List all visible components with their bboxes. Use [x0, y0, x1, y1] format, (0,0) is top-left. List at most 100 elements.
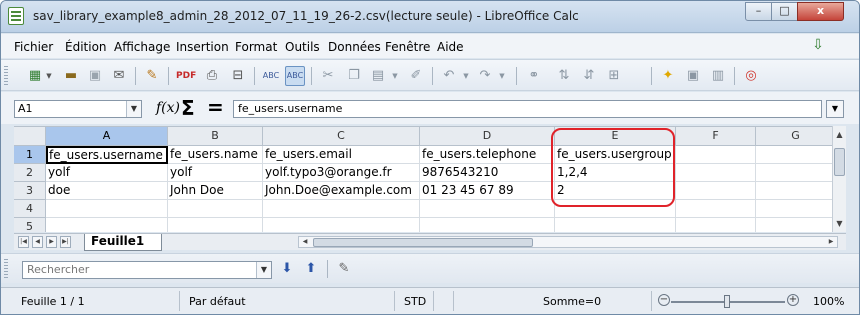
sort-descending-icon[interactable]: ⇵ [579, 66, 599, 86]
print-preview-icon[interactable]: ⊟ [228, 66, 248, 86]
last-sheet-icon[interactable]: ▶| [60, 236, 71, 248]
hyperlink-icon[interactable]: ⚭ [524, 66, 544, 86]
autospellcheck-icon[interactable]: ABC [285, 66, 305, 86]
cell-e5[interactable] [555, 218, 676, 232]
cell-g2[interactable] [756, 164, 832, 182]
row-header-3[interactable]: 3 [14, 182, 46, 200]
column-header-a[interactable]: A [46, 127, 168, 146]
horizontal-scroll-thumb[interactable] [313, 238, 533, 247]
cell-e4[interactable] [555, 200, 676, 218]
cell-b2[interactable]: yolf [168, 164, 263, 182]
menu-affichage[interactable]: Affichage [114, 40, 170, 54]
cell-b5[interactable] [168, 218, 263, 232]
undo-dropdown-icon[interactable]: ▼ [456, 66, 476, 86]
column-header-g[interactable]: G [756, 127, 832, 146]
menu-aide[interactable]: Aide [437, 40, 464, 54]
search-input[interactable]: Rechercher ▼ [22, 261, 272, 279]
cell-d1[interactable]: fe_users.telephone [420, 146, 555, 164]
name-box[interactable]: A1 ▼ [14, 100, 142, 118]
vertical-scrollbar[interactable]: ▲ ▼ [832, 126, 846, 232]
cell-b4[interactable] [168, 200, 263, 218]
row-header-4[interactable]: 4 [14, 200, 46, 218]
formula-input[interactable]: fe_users.username [233, 100, 822, 118]
name-box-dropdown-icon[interactable]: ▼ [126, 101, 141, 117]
cell-b1[interactable]: fe_users.name [168, 146, 263, 164]
prev-sheet-icon[interactable]: ◀ [32, 236, 43, 248]
print-icon[interactable]: ⎙ [202, 66, 222, 86]
export-pdf-icon[interactable]: PDF [176, 66, 196, 86]
data-sources-icon[interactable]: ▥ [708, 66, 728, 86]
formula-icon[interactable]: = [207, 95, 224, 119]
paste-dropdown-icon[interactable]: ▼ [385, 66, 405, 86]
cell-g4[interactable] [756, 200, 832, 218]
help-icon[interactable]: ◎ [741, 66, 761, 86]
cell-e3[interactable]: 2 [555, 182, 676, 200]
row-header-2[interactable]: 2 [14, 164, 46, 182]
cell-g3[interactable] [756, 182, 832, 200]
first-sheet-icon[interactable]: |◀ [18, 236, 29, 248]
horizontal-scrollbar[interactable]: ◀ ▶ [298, 236, 838, 248]
document-update-icon[interactable]: ⇩ [809, 37, 827, 53]
redo-dropdown-icon[interactable]: ▼ [492, 66, 512, 86]
menu-edition[interactable]: Édition [65, 40, 107, 54]
cell-f2[interactable] [676, 164, 756, 182]
close-button[interactable]: x [797, 2, 844, 21]
email-icon[interactable]: ✉ [109, 66, 129, 86]
find-toolbar-grip[interactable] [4, 259, 8, 279]
cell-a4[interactable] [46, 200, 168, 218]
find-previous-icon[interactable]: ⬆ [301, 259, 321, 279]
menu-donnees[interactable]: Données [328, 40, 381, 54]
find-replace-icon[interactable]: ✎ [334, 259, 354, 279]
menu-format[interactable]: Format [235, 40, 277, 54]
maximize-button[interactable]: □ [771, 2, 798, 21]
menu-insertion[interactable]: Insertion [176, 40, 229, 54]
menu-fenetre[interactable]: Fenêtre [385, 40, 430, 54]
cell-c2[interactable]: yolf.typo3@orange.fr [263, 164, 420, 182]
select-all-corner[interactable] [14, 127, 46, 146]
column-header-d[interactable]: D [420, 127, 555, 146]
cell-c1[interactable]: fe_users.email [263, 146, 420, 164]
cell-f3[interactable] [676, 182, 756, 200]
cell-f4[interactable] [676, 200, 756, 218]
scroll-right-icon[interactable]: ▶ [825, 237, 837, 247]
selection-mode[interactable]: STD [404, 295, 426, 308]
search-history-dropdown-icon[interactable]: ▼ [256, 262, 271, 278]
save-icon[interactable]: ▣ [85, 66, 105, 86]
spellcheck-icon[interactable]: ABC [261, 66, 281, 86]
vertical-scroll-thumb[interactable] [834, 148, 845, 176]
new-dropdown-icon[interactable]: ▼ [39, 66, 59, 86]
minimize-button[interactable]: – [745, 2, 772, 21]
find-next-icon[interactable]: ⬇ [277, 259, 297, 279]
cell-f5[interactable] [676, 218, 756, 232]
cell-d3[interactable]: 01 23 45 67 89 [420, 182, 555, 200]
cell-c5[interactable] [263, 218, 420, 232]
menu-fichier[interactable]: Fichier [14, 40, 53, 54]
edit-file-icon[interactable]: ✎ [142, 66, 162, 86]
column-header-c[interactable]: C [263, 127, 420, 146]
cell-c3[interactable]: John.Doe@example.com [263, 182, 420, 200]
zoom-slider-thumb[interactable] [724, 295, 730, 308]
cell-a5[interactable] [46, 218, 168, 232]
zoom-level[interactable]: 100% [813, 295, 844, 308]
cut-icon[interactable]: ✂ [318, 66, 338, 86]
cell-e2[interactable]: 1,2,4 [555, 164, 676, 182]
cell-e1[interactable]: fe_users.usergroup [555, 146, 676, 164]
cell-a1[interactable]: fe_users.username [46, 146, 168, 164]
open-icon[interactable]: ▬ [61, 66, 81, 86]
cell-g5[interactable] [756, 218, 832, 232]
navigator-icon[interactable]: ✦ [658, 66, 678, 86]
column-header-b[interactable]: B [168, 127, 263, 146]
cell-d2[interactable]: 9876543210 [420, 164, 555, 182]
cell-d4[interactable] [420, 200, 555, 218]
row-header-1[interactable]: 1 [14, 146, 46, 164]
zoom-in-icon[interactable]: + [787, 294, 799, 306]
menu-outils[interactable]: Outils [285, 40, 320, 54]
sheet-tab-feuille1[interactable]: Feuille1 [84, 234, 162, 251]
scroll-down-icon[interactable]: ▼ [833, 217, 846, 230]
toolbar-grip[interactable] [4, 66, 8, 86]
expand-formula-icon[interactable]: ▼ [826, 100, 844, 118]
cell-f1[interactable] [676, 146, 756, 164]
page-style[interactable]: Par défaut [189, 295, 246, 308]
row-header-5[interactable]: 5 [14, 218, 46, 232]
column-header-f[interactable]: F [676, 127, 756, 146]
